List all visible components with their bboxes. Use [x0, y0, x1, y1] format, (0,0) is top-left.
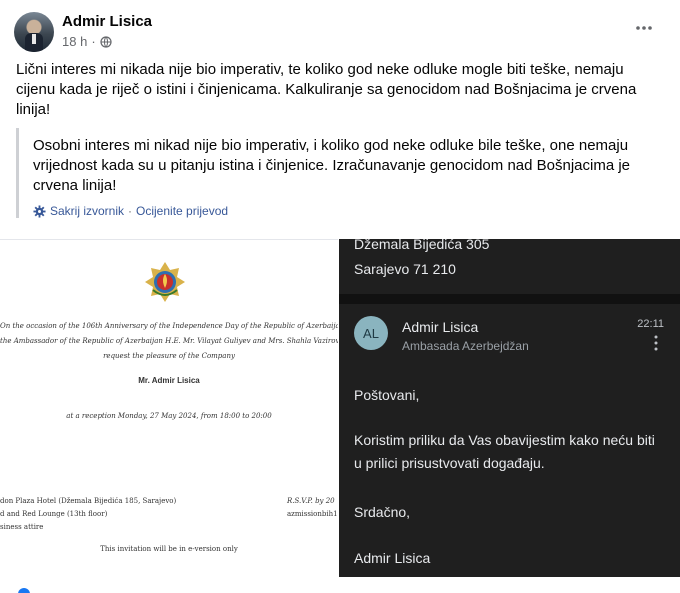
invitation-guest: Mr. Admir Lisica	[138, 376, 200, 385]
sender-avatar: AL	[354, 316, 388, 350]
email-recipient: Ambasada Azerbejdžan	[402, 339, 529, 353]
email-screenshot-image[interactable]: Džemala Bijedića 305 Sarajevo 71 210 AL …	[339, 239, 680, 577]
invitation-image[interactable]: On the occasion of the 106th Anniversary…	[0, 239, 338, 577]
invitation-line-1: On the occasion of the 106th Anniversary…	[0, 322, 338, 330]
hide-source-link[interactable]: Sakrij izvornik	[50, 204, 124, 218]
invitation-reception: at a reception Monday, 27 May 2024, from…	[66, 412, 272, 420]
globe-icon	[100, 35, 112, 48]
email-address-line-1: Džemala Bijedića 305	[354, 239, 490, 252]
invitation-rsvp-email: azmissionbih1	[287, 510, 338, 518]
invitation-venue-2: d and Red Lounge (13th floor)	[0, 510, 108, 518]
kebab-menu-icon	[654, 335, 658, 351]
invitation-attire: siness attire	[0, 523, 44, 531]
email-body: Koristim priliku da Vas obavijestim kako…	[354, 432, 655, 471]
reactions-bar	[0, 577, 680, 593]
invitation-line-3: request the pleasure of the Company	[103, 352, 235, 360]
invitation-footer: This invitation will be in e-version onl…	[100, 545, 238, 553]
like-reaction-icon[interactable]	[18, 588, 30, 593]
email-closing: Srdačno,	[354, 504, 411, 520]
post-text-original: Osobni interes mi nikad nije bio imperat…	[33, 137, 631, 194]
email-signature: Admir Lisica	[354, 550, 431, 566]
facebook-post: Admir Lisica 18 h · Lični interes mi nik…	[0, 0, 680, 593]
post-meta: 18 h ·	[62, 34, 112, 49]
email-sender-name: Admir Lisica	[402, 319, 479, 335]
avatar-shirt	[32, 34, 36, 44]
email-greeting: Poštovani,	[354, 387, 420, 403]
email-time: 22:11	[637, 318, 664, 330]
meta-separator: ·	[91, 34, 96, 49]
post-text-translated: Lični interes mi nikada nije bio imperat…	[16, 61, 637, 118]
author-avatar[interactable]	[14, 12, 54, 52]
more-options-icon[interactable]	[632, 16, 656, 40]
original-text-block: Osobni interes mi nikad nije bio imperat…	[16, 128, 664, 218]
rate-translation-link[interactable]: Ocijenite prijevod	[136, 204, 228, 218]
link-separator: ·	[128, 204, 133, 218]
email-address-line-2: Sarajevo 71 210	[354, 261, 456, 277]
gear-icon	[33, 204, 46, 218]
translation-controls: Sakrij izvornik · Ocijenite prijevod	[33, 204, 664, 218]
author-name[interactable]: Admir Lisica	[62, 13, 152, 30]
invitation-venue-1: don Plaza Hotel (Džemala Bijedića 185, S…	[0, 497, 177, 505]
invitation-line-2: the Ambassador of the Republic of Azerba…	[0, 337, 338, 345]
email-divider	[339, 294, 680, 304]
azerbaijan-emblem-icon	[145, 262, 185, 302]
invitation-rsvp: R.S.V.P. by 20	[287, 497, 335, 505]
post-time[interactable]: 18 h	[62, 34, 87, 49]
